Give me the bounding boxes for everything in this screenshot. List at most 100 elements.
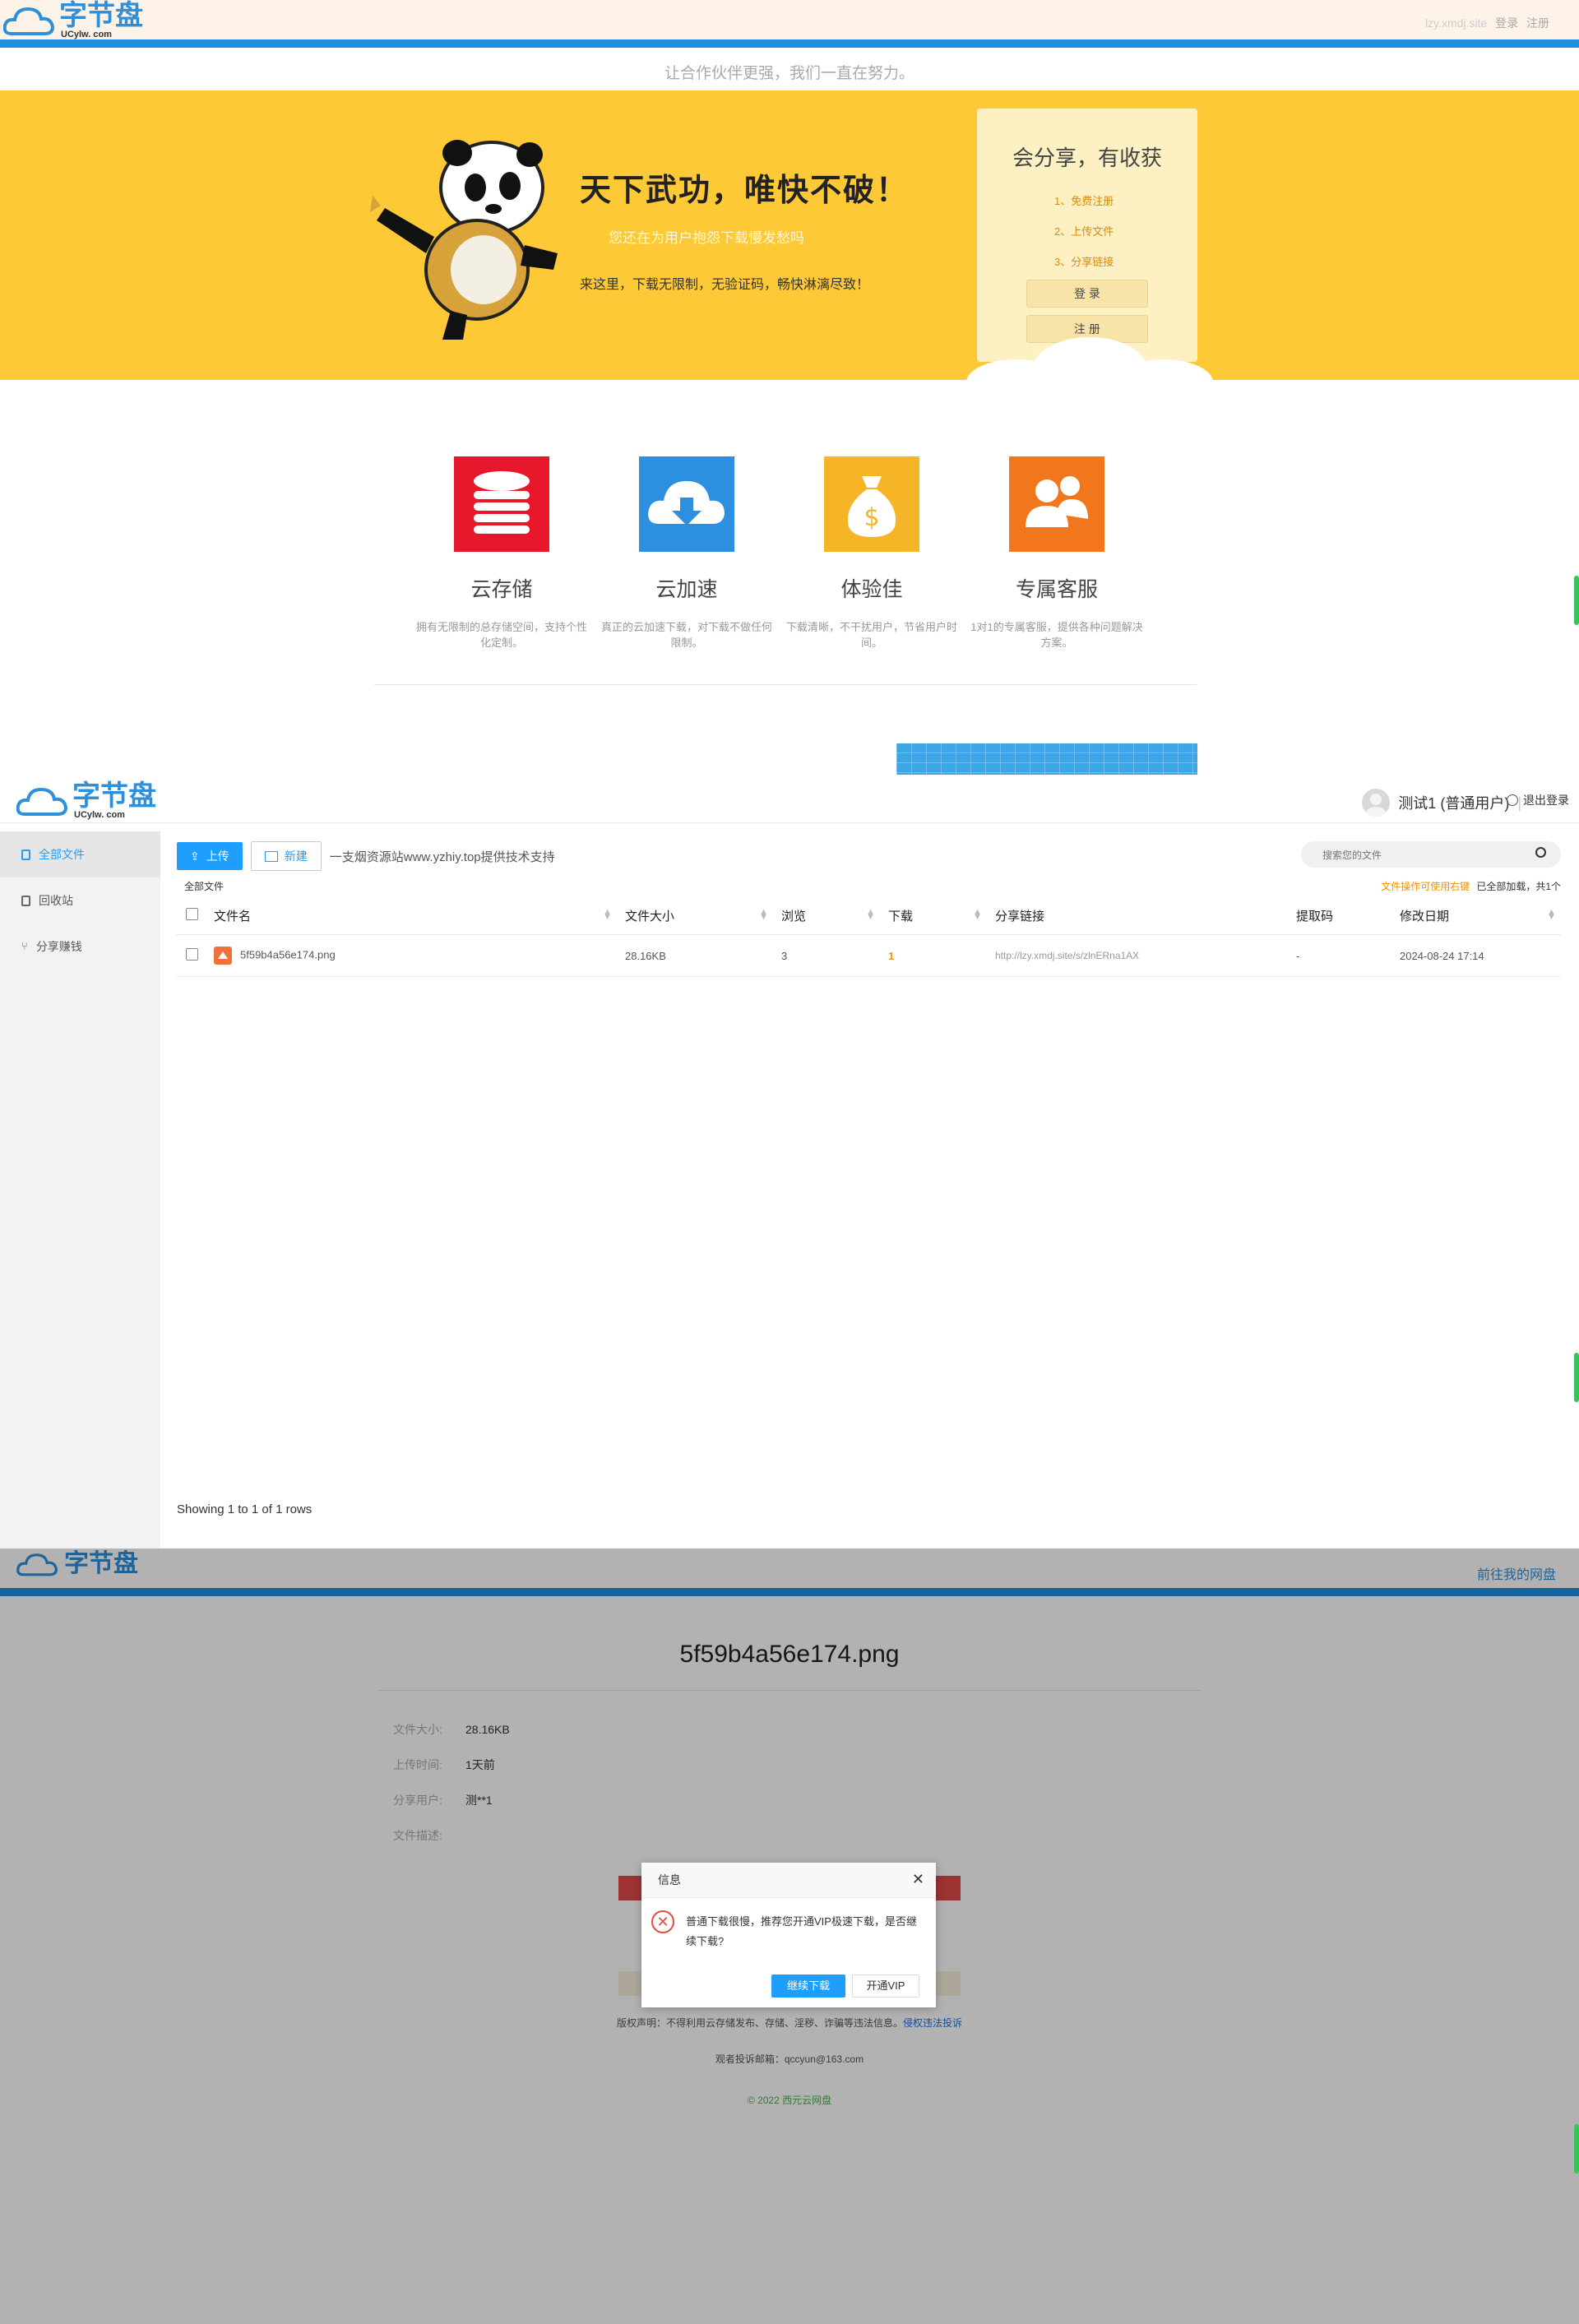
search-icon[interactable]: [1535, 847, 1546, 858]
pagination-info: Showing 1 to 1 of 1 rows: [177, 1502, 313, 1516]
column-label: 分享链接: [995, 909, 1045, 924]
money-bag-icon: $: [824, 456, 919, 552]
table-header: 文件名 ▲ ▼ 文件大小 ▲ ▼ 浏览 ▲ ▼ 下载 ▲ ▼ 分享链接 提取码 修改日期 ▲ ▼: [176, 896, 1561, 935]
avatar: [1362, 789, 1391, 817]
sort-icon: ▲ ▼: [603, 906, 612, 922]
cloud-logo-icon: [16, 787, 68, 816]
logout-label: 退出登录: [1523, 794, 1569, 807]
feature-name: 体验佳: [840, 578, 903, 601]
info-dialog: 信息 ✕ ✕ 普通下载很慢，推荐您开通VIP极速下载，是否继续下载? 继续下载 …: [641, 1863, 936, 2007]
file-views: 3: [781, 949, 788, 962]
file-name[interactable]: 5f59b4a56e174.png: [240, 948, 336, 961]
file-manager: 字节盘 UCylw. com 测试1 (普通用户) | 退出登录 全部文件 回收…: [0, 777, 1579, 1549]
brand-text: 字节盘: [72, 780, 156, 812]
column-link: 分享链接: [987, 907, 1288, 924]
dialog-title: 信息: [641, 1863, 936, 1898]
open-vip-button[interactable]: 开通VIP: [852, 1974, 919, 1998]
column-label: 修改日期: [1400, 909, 1450, 924]
domain-text: lzy.xmdj.site: [1425, 16, 1488, 30]
share-link[interactable]: http://lzy.xmdj.site/s/zlnERna1AX: [987, 950, 1288, 961]
sort-icon: ▲ ▼: [973, 906, 982, 922]
logout-button[interactable]: 退出登录: [1507, 792, 1569, 808]
column-label: 浏览: [781, 909, 807, 924]
card-title: 会分享，有收获: [1012, 146, 1162, 170]
feature-name: 云加速: [655, 578, 718, 601]
sidebar-item-label: 回收站: [39, 894, 73, 907]
column-views[interactable]: 浏览 ▲ ▼: [773, 907, 880, 924]
sidebar-item-label: 分享赚钱: [35, 940, 82, 953]
login-button[interactable]: 登 录: [1026, 280, 1148, 308]
sidebar-item-recycle[interactable]: 回收站: [0, 877, 160, 924]
feature-acceleration: 云加速 真正的云加速下载，对下载不做任何限制。: [596, 456, 777, 650]
feature-service: 专属客服 1对1的专属客服，提供各种问题解决方案。: [966, 456, 1147, 650]
scroll-indicator[interactable]: [1574, 576, 1579, 625]
dialog-message: 普通下载很慢，推荐您开通VIP极速下载，是否继续下载?: [686, 1915, 917, 1947]
sidebar-item-share[interactable]: ⑂ 分享赚钱: [0, 924, 160, 970]
upload-icon: ⇪: [190, 850, 200, 863]
column-downloads[interactable]: 下载 ▲ ▼: [880, 907, 987, 924]
search-input[interactable]: [1321, 841, 1530, 869]
toolbar: ⇪ 上传 新建 一支烟资源站www.yzhiy.top提供技术支持: [177, 841, 555, 871]
upload-button[interactable]: ⇪ 上传: [177, 842, 243, 870]
feature-storage: 云存储 拥有无限制的总存储空间，支持个性化定制。: [411, 456, 592, 650]
table-row[interactable]: 5f59b4a56e174.png 28.16KB 3 1 http://lzy…: [176, 935, 1561, 977]
sort-icon: ▲ ▼: [1547, 906, 1556, 922]
close-icon[interactable]: ✕: [912, 1871, 924, 1888]
column-size[interactable]: 文件大小 ▲ ▼: [617, 907, 773, 924]
breadcrumb[interactable]: 全部文件: [184, 879, 224, 893]
column-label: 文件大小: [625, 909, 675, 924]
feature-desc: 1对1的专属客服，提供各种问题解决方案。: [970, 621, 1143, 649]
trash-icon: [21, 895, 30, 906]
status-line: 文件操作可使用右键 已全部加载，共1个: [1381, 879, 1561, 893]
sidebar-item-all-files[interactable]: 全部文件: [0, 831, 160, 877]
column-modified[interactable]: 修改日期 ▲ ▼: [1391, 907, 1561, 924]
right-click-hint: 文件操作可使用右键: [1381, 881, 1470, 892]
step-item: 1、免费注册: [1054, 195, 1114, 207]
row-checkbox[interactable]: [176, 948, 206, 963]
new-label: 新建: [284, 850, 308, 863]
file-name-cell[interactable]: 5f59b4a56e174.png: [206, 947, 617, 965]
divider: [374, 684, 1197, 685]
feature-name: 云存储: [470, 578, 533, 601]
brand-logo[interactable]: 字节盘 UCylw. com: [16, 782, 156, 820]
kungfu-panda-illustration: [370, 140, 558, 340]
select-all-checkbox[interactable]: [176, 907, 206, 924]
card-steps: 1、免费注册 2、上传文件 3、分享链接: [1054, 186, 1114, 277]
hero-subtitle: 您还在为用户抱怨下载慢发愁吗: [609, 230, 804, 246]
scroll-indicator[interactable]: [1574, 2124, 1579, 2174]
database-icon: [454, 456, 549, 552]
feature-desc: 真正的云加速下载，对下载不做任何限制。: [600, 621, 772, 649]
top-login-link[interactable]: 登录: [1495, 16, 1518, 30]
column-name[interactable]: 文件名 ▲ ▼: [206, 907, 617, 924]
search-box[interactable]: [1301, 841, 1561, 869]
hero-description: 来这里，下载无限制，无验证码，畅快淋漓尽致！: [580, 278, 870, 292]
power-icon: [1507, 794, 1518, 806]
continue-download-button[interactable]: 继续下载: [771, 1974, 845, 1998]
upload-label: 上传: [206, 850, 229, 863]
feature-desc: 下载清晰，不干扰用户，节省用户时间。: [785, 621, 957, 649]
fm-header: [0, 777, 1579, 823]
new-folder-button[interactable]: 新建: [250, 841, 322, 871]
scroll-indicator[interactable]: [1574, 1353, 1579, 1402]
image-file-icon: [214, 947, 232, 965]
hero-banner: 天下武功，唯快不破！ 您还在为用户抱怨下载慢发愁吗 来这里，下载无限制，无验证码…: [0, 90, 1579, 395]
top-register-link[interactable]: 注册: [1526, 16, 1549, 30]
feature-name: 专属客服: [1015, 578, 1098, 601]
file-icon: [21, 849, 30, 860]
ad-banner[interactable]: [896, 743, 1197, 775]
user-menu[interactable]: 测试1 (普通用户) |: [1362, 789, 1521, 817]
step-item: 3、分享链接: [1054, 256, 1114, 268]
sidebar: 全部文件 回收站 ⑂ 分享赚钱: [0, 831, 160, 1549]
brand-logo[interactable]: 字节盘 UCylw. com: [3, 2, 143, 39]
cloud-decoration: [966, 337, 1213, 395]
feature-desc: 拥有无限制的总存储空间，支持个性化定制。: [415, 621, 587, 649]
column-label: 文件名: [214, 909, 252, 924]
share-icon: ⑂: [21, 940, 28, 952]
file-table: 文件名 ▲ ▼ 文件大小 ▲ ▼ 浏览 ▲ ▼ 下载 ▲ ▼ 分享链接 提取码 修改日期 ▲ ▼ 5…: [176, 896, 1561, 977]
share-page: 字节盘 前往我的网盘 5f59b4a56e174.png 文件大小: 28.16K…: [0, 1549, 1579, 2324]
column-label: 提取码: [1296, 909, 1334, 924]
landing-page: 字节盘 UCylw. com lzy.xmdj.site 登录 注册 让合作伙伴…: [0, 0, 1579, 777]
header-stripe: [0, 39, 1579, 48]
step-item: 2、上传文件: [1054, 225, 1114, 238]
cloud-logo-icon: [3, 7, 55, 35]
